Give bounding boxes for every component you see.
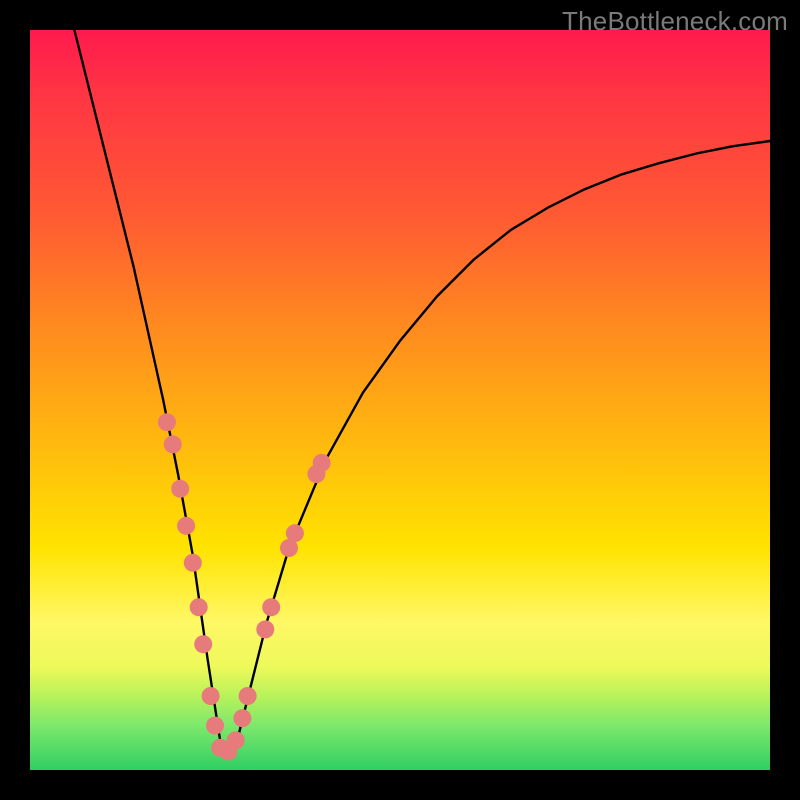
data-dot <box>171 480 189 498</box>
data-dot <box>313 454 331 472</box>
bottleneck-curve <box>74 30 770 755</box>
curve-svg <box>30 30 770 770</box>
data-dot <box>233 709 251 727</box>
data-dot <box>184 554 202 572</box>
data-dot <box>177 517 195 535</box>
data-dot <box>190 598 208 616</box>
data-dot <box>262 598 280 616</box>
data-dot <box>256 620 274 638</box>
data-dot <box>164 435 182 453</box>
data-dot <box>227 731 245 749</box>
data-dot <box>286 524 304 542</box>
data-dot <box>202 687 220 705</box>
plot-area <box>30 30 770 770</box>
data-dot <box>158 413 176 431</box>
data-dot <box>239 687 257 705</box>
chart-frame: TheBottleneck.com <box>0 0 800 800</box>
data-dot <box>206 717 224 735</box>
data-dot <box>194 635 212 653</box>
